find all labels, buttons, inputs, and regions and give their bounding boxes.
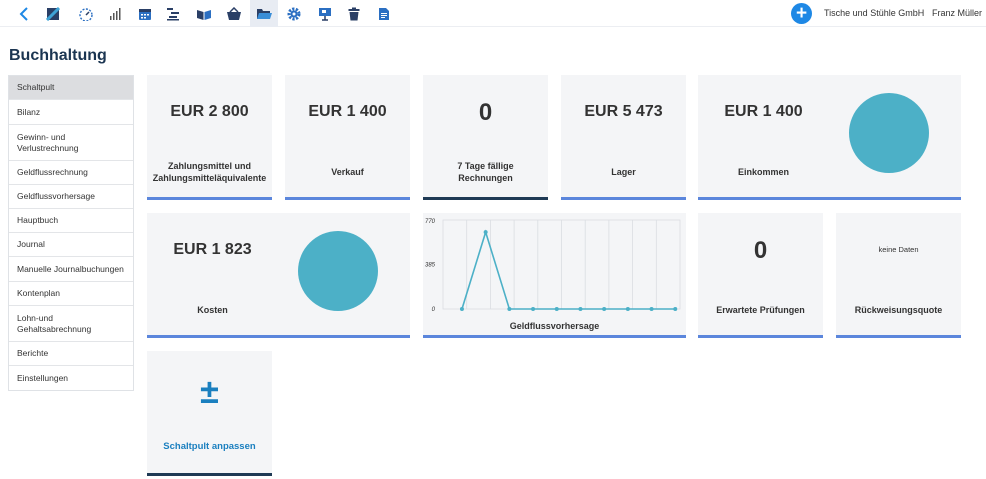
sidebar-item-label: Einstellungen (17, 372, 69, 383)
sidebar-item-label: Hauptbuch (17, 215, 59, 225)
sidebar-item-label: Geldflussvorhersage (17, 191, 95, 201)
tile-expected-checks[interactable]: 0 Erwartete Prüfungen (698, 213, 823, 338)
chart-data-point (531, 307, 536, 311)
trash-icon[interactable] (340, 0, 368, 27)
tile-label: Kosten (197, 305, 228, 315)
basket-icon[interactable] (220, 0, 248, 27)
page-title: Buchhaltung (9, 47, 107, 64)
sidebar-item-einstellungen[interactable]: Einstellungen (9, 366, 133, 390)
chart-data-point (507, 307, 512, 311)
tile-value: EUR 1 400 (308, 103, 387, 120)
cashflow-line-chart: 0 385 770 (425, 219, 681, 313)
sidebar-item-label: Lohn-und Gehaltsabrechnung (17, 312, 92, 334)
customize-dashboard-label: Schaltpult anpassen (163, 441, 256, 452)
sidebar-item-label: Berichte (17, 348, 49, 358)
plus-minus-icon: ± (200, 373, 219, 411)
tile-return-rate[interactable]: keine Daten Rückweisungsquote (836, 213, 961, 338)
tile-label: Zahlungsmittel und Zahlungsmitteläquival… (152, 161, 267, 183)
tile-value: EUR 1 823 (173, 241, 252, 258)
tile-label: Geldflussvorhersage (509, 321, 600, 331)
sidebar-item-manuelle-journalbuchungen[interactable]: Manuelle Journalbuchungen (9, 257, 133, 282)
tile-label: Einkommen (737, 167, 789, 177)
tile-label: Rückweisungsquote (854, 305, 943, 315)
top-toolbar: + Tische und Stühle GmbH Franz Müller (0, 0, 986, 27)
tile-value: keine Daten (878, 245, 919, 254)
chart-data-point (673, 307, 678, 311)
chart-data-point (625, 307, 630, 311)
add-button[interactable]: + (791, 3, 812, 24)
tile-stock[interactable]: EUR 5 473 Lager (561, 75, 686, 200)
tile-value: EUR 5 473 (584, 103, 663, 120)
sidebar-item-journal[interactable]: Journal (9, 233, 133, 257)
tile-income[interactable]: EUR 1 400 Einkommen (698, 75, 961, 200)
calendar-icon[interactable] (131, 0, 159, 27)
sidebar-item-label: Journal (17, 239, 45, 249)
open-book-icon[interactable] (190, 0, 218, 27)
y-tick-label: 385 (425, 263, 436, 269)
tile-value: 0 (478, 99, 493, 126)
chart-data-point (602, 307, 607, 311)
chart-data-point (554, 307, 559, 311)
tile-due-invoices[interactable]: 0 7 Tage fällige Rechnungen (423, 75, 548, 200)
tile-costs[interactable]: EUR 1 823 Kosten (147, 213, 410, 338)
book-icon[interactable] (39, 0, 67, 27)
costs-pie-chart (298, 231, 378, 311)
tile-cash[interactable]: EUR 2 800 Zahlungsmittel und Zahlungsmit… (147, 75, 272, 200)
chart-data-point (649, 307, 654, 311)
sidebar-item-gewinn-verlust[interactable]: Gewinn- und Verlustrechnung (9, 125, 133, 161)
sidebar-item-bilanz[interactable]: Bilanz (9, 100, 133, 125)
user-name[interactable]: Franz Müller (932, 8, 982, 18)
presentation-icon[interactable] (311, 0, 339, 27)
tile-value: EUR 1 400 (724, 103, 803, 120)
tile-customize-dashboard[interactable]: ± Schaltpult anpassen (147, 351, 272, 476)
tile-label: Verkauf (331, 167, 364, 177)
tile-label: Lager (611, 167, 636, 177)
sidebar-item-label: Manuelle Journalbuchungen (17, 263, 124, 274)
tile-value: EUR 2 800 (170, 103, 249, 120)
sidebar-item-schaltpult[interactable]: Schaltpult (9, 76, 133, 100)
chart-data-point (578, 307, 583, 311)
gear-icon[interactable] (280, 0, 308, 27)
sidebar-item-kontenplan[interactable]: Kontenplan (9, 282, 133, 306)
company-name[interactable]: Tische und Stühle GmbH (824, 8, 924, 18)
sidebar-item-label: Kontenplan (17, 288, 61, 298)
sidebar: Schaltpult Bilanz Gewinn- und Verlustrec… (8, 75, 134, 391)
sidebar-item-label: Geldflussrechnung (17, 167, 88, 177)
bar-chart-icon[interactable] (101, 0, 129, 27)
chart-grid (442, 219, 681, 310)
tile-label: 7 Tage fällige Rechnungen (457, 161, 514, 183)
sidebar-item-label: Bilanz (17, 106, 41, 117)
tile-label: Erwartete Prüfungen (716, 305, 805, 315)
sidebar-item-label: Schaltpult (17, 82, 55, 92)
sidebar-item-berichte[interactable]: Berichte (9, 342, 133, 366)
folder-icon[interactable] (250, 0, 278, 27)
sidebar-item-geldflussrechnung[interactable]: Geldflussrechnung (9, 161, 133, 185)
income-pie-chart (849, 93, 929, 173)
sidebar-item-lohn-gehalt[interactable]: Lohn-und Gehaltsabrechnung (9, 306, 133, 342)
sidebar-item-hauptbuch[interactable]: Hauptbuch (9, 209, 133, 233)
sidebar-item-label: Gewinn- und Verlustrechnung (17, 131, 79, 153)
sidebar-item-geldflussvorhersage[interactable]: Geldflussvorhersage (9, 185, 133, 209)
tile-cashflow-forecast[interactable]: 0 385 770 Geldflussvorhersage (423, 213, 686, 338)
tile-value: 0 (753, 237, 768, 264)
y-tick-label: 770 (425, 219, 436, 225)
cashflow-series-line (461, 229, 676, 310)
document-icon[interactable] (370, 0, 398, 27)
list-icon[interactable] (159, 0, 187, 27)
chart-data-point (483, 230, 488, 235)
y-tick-label: 0 (432, 307, 436, 313)
tile-sales[interactable]: EUR 1 400 Verkauf (285, 75, 410, 200)
chart-data-point (459, 307, 464, 311)
back-icon[interactable] (10, 0, 38, 27)
gauge-icon[interactable] (72, 0, 100, 27)
